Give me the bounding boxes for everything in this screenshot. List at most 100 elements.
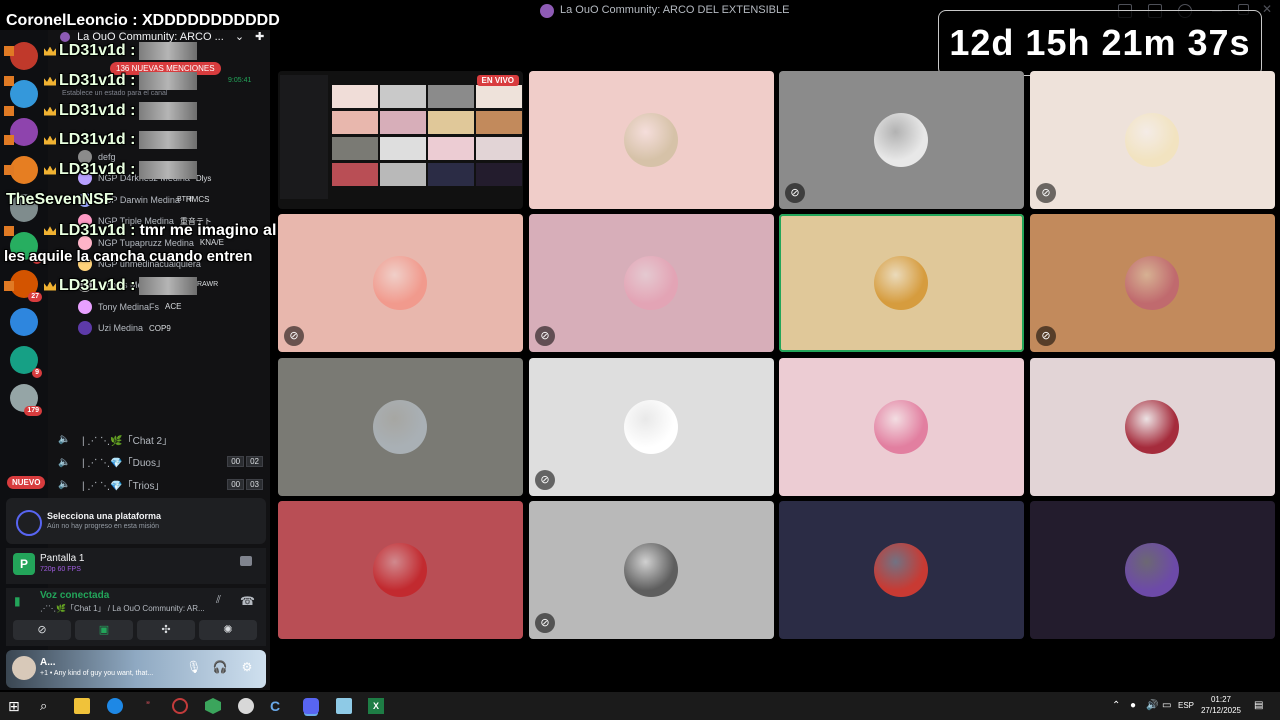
close-icon[interactable]: ✕	[1262, 2, 1272, 16]
stream-preview-tile	[332, 111, 378, 134]
server-icon[interactable]: 179	[10, 384, 42, 416]
excel-icon[interactable]: X	[368, 698, 384, 714]
settings-gear-icon[interactable]: ⚙	[239, 660, 255, 676]
overlay-chat-author: LD31v1d :	[59, 42, 136, 60]
participant-tile[interactable]	[1030, 358, 1275, 496]
edge-browser-icon[interactable]	[107, 698, 123, 714]
voice-channel[interactable]: 🔈 | ⋰ ⋱💎「Duos」 00 02	[58, 453, 263, 471]
stop-stream-icon[interactable]	[240, 556, 252, 566]
overlay-chat-author: LD31v1d :	[59, 277, 136, 295]
list-item[interactable]: Uzi Medina COP9	[78, 319, 171, 337]
voice-channel-label: | ⋰ ⋱💎「Duos」	[82, 458, 166, 469]
overlay-chat-message: LD31v1d :	[4, 102, 198, 120]
app-icon[interactable]: ”	[140, 698, 156, 714]
headphones-icon[interactable]: 🎧	[212, 660, 228, 676]
muted-microphone-icon: ⊘	[535, 326, 555, 346]
obs-icon[interactable]	[172, 698, 188, 714]
network-icon[interactable]: ▭	[1162, 700, 1171, 711]
participant-tile[interactable]: ⊘	[529, 358, 774, 496]
stream-preview-tile	[428, 111, 474, 134]
participant-tile[interactable]	[278, 501, 523, 639]
member-name: Uzi Medina	[98, 323, 144, 334]
overlay-chat-message: LD31v1d :	[4, 72, 198, 90]
stream-preview-tile	[428, 163, 474, 186]
stream-preview-tile	[332, 163, 378, 186]
participant-tile[interactable]	[779, 358, 1024, 496]
avatar	[874, 543, 928, 597]
stream-preview-sidebar	[280, 75, 328, 199]
participant-tile[interactable]: ⊘	[1030, 71, 1275, 209]
noise-suppression-icon[interactable]: ⫽	[216, 594, 221, 607]
voice-channel[interactable]: 🔈 | ⋰ ⋱🌿「Chat 2」	[58, 430, 263, 448]
member-tag: COP9	[149, 323, 171, 333]
overlay-chat-author: TheSevenNSF	[6, 191, 114, 208]
quest-card[interactable]	[6, 498, 266, 544]
voice-status[interactable]: Voz conectada	[40, 590, 109, 601]
participant-tile[interactable]: ⊘	[779, 71, 1024, 209]
share-screen-button[interactable]: ▣	[75, 620, 133, 640]
avatar	[624, 113, 678, 167]
overlay-chat-text: les aquile la cancha cuando entren	[4, 248, 253, 265]
participant-tile[interactable]: ⊘	[1030, 214, 1275, 352]
camera-button[interactable]: ⊘	[13, 620, 71, 640]
participant-tile[interactable]: ⊘	[529, 501, 774, 639]
notifications-icon[interactable]: ▤	[1254, 700, 1263, 711]
overlay-chat-message: les aquile la cancha cuando entren	[4, 248, 252, 265]
discord-icon[interactable]	[303, 698, 319, 714]
participant-tile[interactable]: ⊘	[529, 214, 774, 352]
clock-time[interactable]: 01:27	[1206, 695, 1236, 704]
muted-microphone-icon: ⊘	[1036, 183, 1056, 203]
screen-share-tile[interactable]: EN VIVO	[278, 71, 523, 209]
file-explorer-icon[interactable]	[74, 698, 90, 714]
new-badge: NUEVO	[7, 476, 46, 489]
participant-tile[interactable]: ⊘	[278, 214, 523, 352]
volume-icon[interactable]: 🔊	[1146, 700, 1158, 711]
disconnect-icon[interactable]: ☎	[240, 594, 255, 608]
overlay-chat-message: LD31v1d :	[4, 42, 198, 60]
soundboard-button[interactable]: ✺	[199, 620, 257, 640]
list-item[interactable]: Tony MedinaFs ACE	[78, 298, 181, 316]
avatar	[874, 400, 928, 454]
user-name[interactable]: A...	[40, 657, 56, 668]
participant-tile[interactable]	[278, 358, 523, 496]
participant-tile[interactable]	[529, 71, 774, 209]
server-icon[interactable]: 9	[10, 346, 42, 378]
search-icon[interactable]: ⌕	[40, 698, 56, 714]
participant-tile[interactable]	[779, 501, 1024, 639]
muted-microphone-icon: ⊘	[535, 613, 555, 633]
channel-status-hint[interactable]: Establece un estado para el canal	[62, 90, 167, 97]
cursor-app-icon[interactable]: C	[270, 698, 286, 714]
crown-badge-icon	[44, 135, 56, 145]
avatar	[373, 543, 427, 597]
steam-icon[interactable]	[238, 698, 254, 714]
avatar	[78, 321, 92, 336]
overlay-chat-author: LD31v1d :	[59, 72, 136, 90]
participant-tile[interactable]	[779, 214, 1024, 352]
microphone-icon[interactable]: 🎙	[186, 660, 202, 676]
windows-start-icon[interactable]: ⊞	[8, 698, 24, 714]
count-badge: 02	[246, 456, 263, 467]
user-limit: 00 03	[227, 478, 263, 490]
language-indicator[interactable]: ESP	[1178, 701, 1194, 710]
avatar	[1125, 543, 1179, 597]
avatar[interactable]	[12, 656, 36, 680]
clock-date[interactable]: 27/12/2025	[1200, 706, 1242, 715]
gift-badge-icon	[4, 106, 14, 116]
voice-channel[interactable]: 🔈 | ⋰ ⋱💎「Trios」 00 03	[58, 475, 263, 493]
microphone-tray-icon[interactable]: ●	[1130, 700, 1136, 711]
crown-badge-icon	[44, 46, 56, 56]
screen-share-icon: P	[13, 553, 35, 575]
server-icon[interactable]	[10, 308, 38, 336]
stream-preview-tile	[332, 137, 378, 160]
signal-icon[interactable]: ▮	[14, 594, 21, 608]
chevron-down-icon[interactable]: ⌄	[235, 31, 244, 43]
add-member-icon[interactable]: ✚	[255, 31, 264, 43]
activities-button[interactable]: ✣	[137, 620, 195, 640]
notepad-icon[interactable]	[336, 698, 352, 714]
tray-expand-icon[interactable]: ⌃	[1112, 700, 1120, 711]
participant-tile[interactable]	[1030, 501, 1275, 639]
user-custom-status[interactable]: +1 • Any kind of guy you want, that...	[40, 670, 153, 677]
voice-channel-path[interactable]: ⋰⋱🌿「Chat 1」 / La OuO Community: AR...	[40, 603, 205, 614]
voice-channel-label: | ⋰ ⋱🌿「Chat 2」	[82, 435, 173, 447]
muted-microphone-icon: ⊘	[1036, 326, 1056, 346]
